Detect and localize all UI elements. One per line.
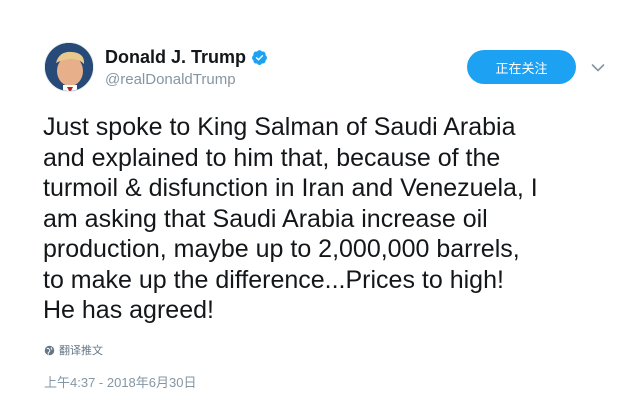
tweet-text-line: to make up the difference...Prices to hi… [43,265,504,294]
handle[interactable]: @realDonaldTrump [105,71,236,88]
tweet-text-line: am asking that Saudi Arabia increase oil [43,204,488,233]
following-button[interactable]: 正在关注 [467,50,576,84]
display-name[interactable]: Donald J. Trump [105,47,246,68]
tweet-text: Just spoke to King Salman of Saudi Arabi… [43,112,613,326]
tweet-text-line: Just spoke to King Salman of Saudi Arabi… [43,113,516,141]
verified-badge-icon [252,50,267,65]
translate-label: 翻译推文 [59,345,103,357]
translate-tweet-link[interactable]: 翻译推文 [44,342,103,358]
chevron-down-icon[interactable] [591,63,605,73]
tweet-text-line: production, maybe up to 2,000,000 barrel… [43,235,520,263]
tweet-card: Donald J. Trump @realDonaldTrump 正在关注 Ju… [0,0,630,401]
tweet-text-line: and explained to him that, because of th… [43,143,501,172]
author-name-row: Donald J. Trump [105,47,268,68]
tweet-text-line: turmoil & disfunction in Iran and Venezu… [43,174,538,202]
avatar[interactable] [44,42,94,92]
globe-icon [44,345,55,355]
tweet-timestamp[interactable]: 上午4:37 - 2018年6月30日 [44,372,196,391]
tweet-text-line: He has agreed! [43,296,214,324]
